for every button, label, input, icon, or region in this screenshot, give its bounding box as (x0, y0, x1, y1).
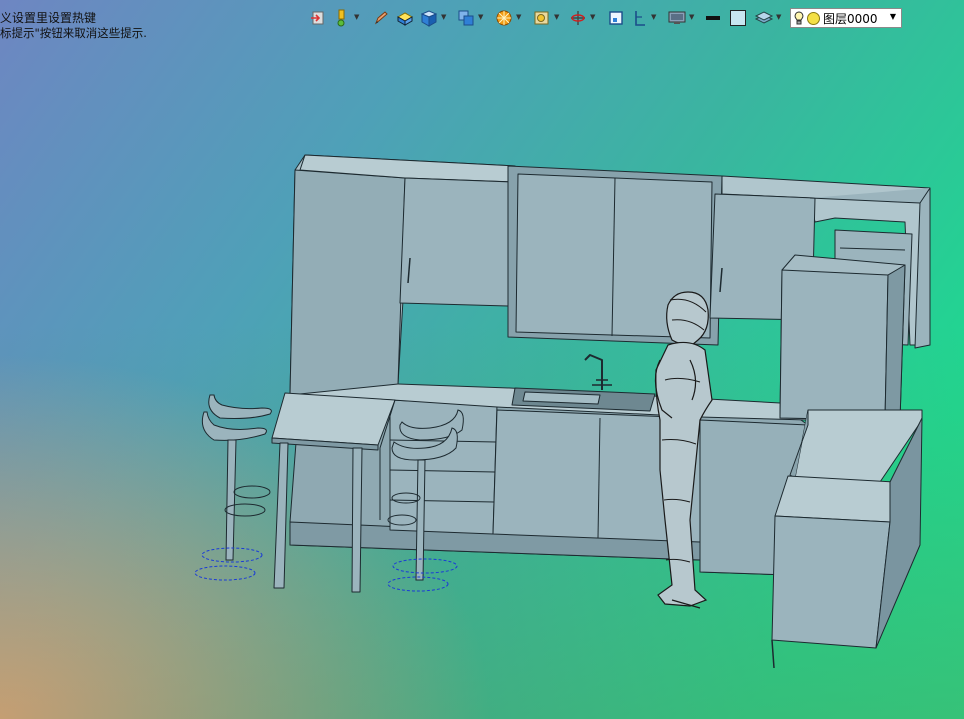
model-viewport[interactable] (0, 0, 964, 719)
bar-stool-left[interactable] (194, 394, 272, 581)
wall-cabinet-box[interactable] (779, 254, 906, 421)
upper-cabinet-left[interactable] (399, 177, 513, 307)
faucet[interactable] (584, 354, 612, 390)
